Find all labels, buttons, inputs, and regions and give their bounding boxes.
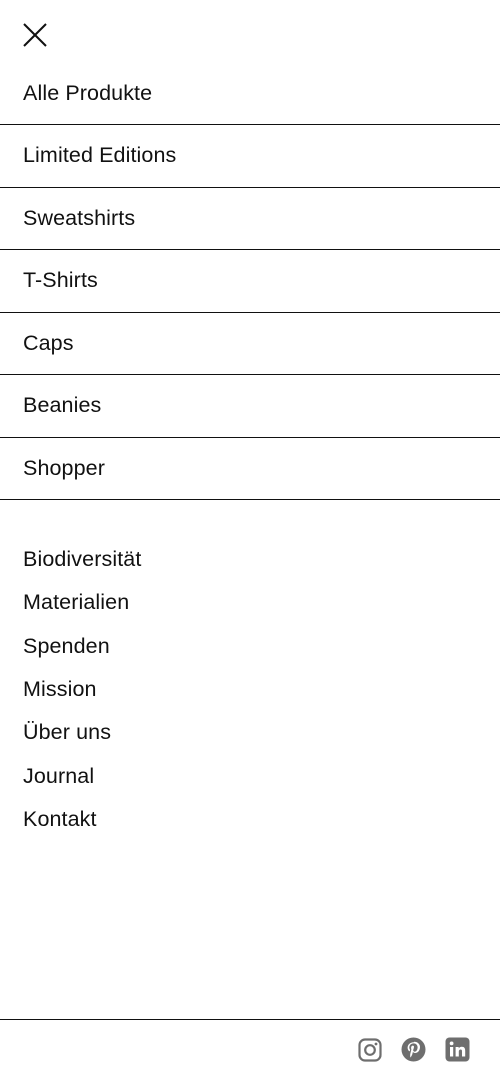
info-link-spenden[interactable]: Spenden [0, 625, 500, 668]
menu-item-label: Shopper [23, 455, 105, 480]
info-link-biodiversitaet[interactable]: Biodiversität [0, 538, 500, 581]
menu-item-label: Caps [23, 330, 74, 355]
info-link-list: Biodiversität Materialien Spenden Missio… [0, 538, 500, 841]
info-link-ueber-uns[interactable]: Über uns [0, 711, 500, 754]
info-link-label: Über uns [23, 720, 112, 745]
footer-divider [0, 1019, 500, 1020]
menu-item-label: Beanies [23, 393, 102, 418]
info-link-label: Kontakt [23, 806, 97, 831]
linkedin-icon [445, 1037, 470, 1062]
menu-item-label: Sweatshirts [23, 205, 136, 230]
menu-item-limited-editions[interactable]: Limited Editions [0, 125, 500, 188]
instagram-icon [357, 1037, 382, 1062]
pinterest-link[interactable] [401, 1037, 426, 1062]
close-button[interactable] [20, 20, 50, 50]
menu-item-caps[interactable]: Caps [0, 313, 500, 375]
menu-item-label: T-Shirts [23, 268, 98, 293]
info-link-label: Journal [23, 763, 95, 788]
instagram-link[interactable] [357, 1037, 382, 1062]
menu-item-label: Alle Produkte [23, 80, 153, 105]
menu-item-shopper[interactable]: Shopper [0, 438, 500, 500]
menu-item-t-shirts[interactable]: T-Shirts [0, 250, 500, 313]
linkedin-link[interactable] [445, 1037, 470, 1062]
info-link-mission[interactable]: Mission [0, 668, 500, 711]
close-icon [23, 23, 47, 47]
menu-item-alle-produkte[interactable]: Alle Produkte [0, 62, 500, 125]
info-link-label: Spenden [23, 633, 110, 658]
info-link-journal[interactable]: Journal [0, 754, 500, 797]
info-link-kontakt[interactable]: Kontakt [0, 798, 500, 841]
info-link-label: Mission [23, 677, 97, 702]
menu-item-label: Limited Editions [23, 143, 177, 168]
info-link-materialien[interactable]: Materialien [0, 581, 500, 624]
product-category-list: Alle Produkte Limited Editions Sweatshir… [0, 62, 500, 500]
social-links [357, 1037, 470, 1062]
info-link-label: Biodiversität [23, 547, 142, 572]
mobile-menu-panel: Alle Produkte Limited Editions Sweatshir… [0, 0, 500, 1080]
info-link-label: Materialien [23, 590, 130, 615]
menu-item-sweatshirts[interactable]: Sweatshirts [0, 188, 500, 250]
menu-item-beanies[interactable]: Beanies [0, 375, 500, 438]
pinterest-icon [401, 1037, 426, 1062]
